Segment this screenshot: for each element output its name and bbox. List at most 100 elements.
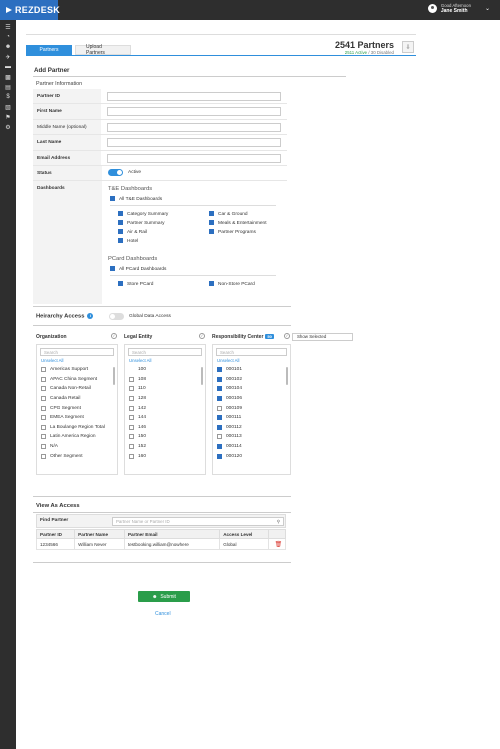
list-item[interactable]: 000106 bbox=[213, 394, 290, 404]
form-row-last-name: Last Name bbox=[33, 135, 287, 151]
list-item[interactable]: 000102 bbox=[213, 375, 290, 385]
middle-name-input[interactable] bbox=[107, 122, 281, 132]
menu-icon[interactable]: ☰ bbox=[0, 22, 16, 32]
download-button[interactable]: ⇩ bbox=[402, 41, 414, 53]
organization-search-input[interactable]: Search bbox=[40, 348, 114, 356]
divider bbox=[110, 275, 276, 276]
list-item[interactable]: 000120 bbox=[213, 451, 290, 461]
list-item[interactable]: 160 bbox=[125, 451, 205, 461]
list-item[interactable]: Americas Support bbox=[37, 365, 117, 375]
list-item[interactable]: Canada Non-Retail bbox=[37, 384, 117, 394]
list-item[interactable]: Other Segment bbox=[37, 451, 117, 461]
tab-bar: Partners Upload Partners bbox=[26, 44, 134, 56]
divider bbox=[33, 325, 291, 326]
scrollbar[interactable] bbox=[201, 367, 203, 385]
chevron-down-icon[interactable]: ⌄ bbox=[485, 5, 490, 12]
cancel-link[interactable]: Cancel bbox=[155, 611, 171, 617]
tab-partners[interactable]: Partners bbox=[26, 45, 72, 55]
dollar-icon[interactable]: $ bbox=[0, 92, 16, 102]
list-item[interactable]: 000112 bbox=[213, 423, 290, 433]
avatar bbox=[427, 4, 437, 13]
te-checkbox-car-ground[interactable]: Car & Ground bbox=[209, 211, 248, 217]
list-item[interactable]: La Boulange Region Total bbox=[37, 423, 117, 433]
list-item[interactable]: CPG Segment bbox=[37, 403, 117, 413]
list-item[interactable]: 110 bbox=[125, 384, 205, 394]
list-item[interactable]: 000109 bbox=[213, 403, 290, 413]
list-item[interactable]: 150 bbox=[125, 432, 205, 442]
all-te-checkbox[interactable]: All T&E Dashboards bbox=[110, 196, 162, 202]
partner-id-input[interactable] bbox=[107, 92, 281, 101]
list-item[interactable]: Canada Retail bbox=[37, 394, 117, 404]
te-checkbox-air-rail[interactable]: Air & Rail bbox=[118, 229, 147, 235]
te-checkbox-category-summary[interactable]: Category Summary bbox=[118, 211, 168, 217]
find-partner-input[interactable]: Partner Name or Partner ID ⚲ bbox=[112, 517, 284, 526]
list-item[interactable]: 000104 bbox=[213, 384, 290, 394]
scrollbar[interactable] bbox=[113, 367, 115, 385]
list-item[interactable]: 000101 bbox=[213, 365, 290, 375]
flag-icon[interactable]: ⚑ bbox=[0, 112, 16, 122]
submit-button[interactable]: ☻ Submit bbox=[138, 591, 190, 602]
pcard-checkbox-non-store[interactable]: Non-Store PCard bbox=[209, 281, 255, 287]
list-item[interactable]: 128 bbox=[125, 394, 205, 404]
bed-icon[interactable]: ▬ bbox=[0, 62, 16, 72]
check-circle-icon[interactable]: ✓ bbox=[199, 333, 205, 339]
list-item[interactable]: 000114 bbox=[213, 442, 290, 452]
column-header[interactable]: Partner Email bbox=[123, 529, 221, 539]
legal-entity-unselect-all[interactable]: Unselect All bbox=[125, 358, 205, 365]
responsibility-center-search-input[interactable]: Search bbox=[216, 348, 287, 356]
list-item[interactable]: APAC China Segment bbox=[37, 375, 117, 385]
organization-unselect-all[interactable]: Unselect All bbox=[37, 358, 117, 365]
list-item[interactable]: 152 bbox=[125, 442, 205, 452]
tab-upload-partners[interactable]: Upload Partners bbox=[75, 44, 131, 56]
list-item[interactable]: EMEA Segment bbox=[37, 413, 117, 423]
global-access-toggle[interactable] bbox=[109, 313, 124, 320]
list-item[interactable]: 142 bbox=[125, 403, 205, 413]
plane-icon[interactable]: ✈ bbox=[0, 52, 16, 62]
first-name-input[interactable] bbox=[107, 107, 281, 117]
email-field[interactable] bbox=[107, 153, 281, 163]
list-item[interactable]: 000111 bbox=[213, 413, 290, 423]
te-checkbox-partner-summary[interactable]: Partner Summary bbox=[118, 220, 165, 226]
file-icon[interactable]: ▤ bbox=[0, 82, 16, 92]
book-icon[interactable]: ▧ bbox=[0, 102, 16, 112]
user-icon[interactable]: ☻ bbox=[0, 42, 16, 52]
check-circle-icon[interactable]: ✓ bbox=[284, 333, 290, 339]
list-item[interactable]: N/A bbox=[37, 442, 117, 452]
list-item[interactable]: 144 bbox=[125, 413, 205, 423]
last-name-input[interactable] bbox=[107, 138, 281, 148]
car-icon[interactable]: ▩ bbox=[0, 72, 16, 82]
legal-entity-search-input[interactable]: Search bbox=[128, 348, 202, 356]
column-header[interactable]: Access Level bbox=[219, 529, 269, 539]
check-circle-icon[interactable]: ✓ bbox=[111, 333, 117, 339]
user-plus-icon: ☻ bbox=[152, 593, 158, 600]
pcard-checkbox-store[interactable]: Store PCard bbox=[118, 281, 153, 287]
list-item[interactable]: 108 bbox=[125, 375, 205, 385]
trash-icon[interactable]: 🗑 bbox=[275, 542, 283, 548]
user-menu[interactable]: Good Afternoon Jane Smith ⌄ bbox=[427, 3, 490, 14]
settings-icon[interactable]: ⚙ bbox=[0, 122, 16, 132]
dashboard-icon[interactable]: ◔ bbox=[0, 32, 16, 42]
te-checkbox-hotel[interactable]: Hotel bbox=[118, 238, 138, 244]
responsibility-center-unselect-all[interactable]: Unselect All bbox=[213, 358, 290, 365]
list-item[interactable]: 000113 bbox=[213, 432, 290, 442]
scrollbar[interactable] bbox=[286, 367, 288, 385]
status-toggle[interactable] bbox=[108, 168, 123, 176]
search-icon[interactable]: ⚲ bbox=[277, 518, 280, 525]
all-pcard-checkbox[interactable]: All PCard Dashboards bbox=[110, 266, 166, 272]
form-row-middle-name: Middle Name (optional) bbox=[33, 119, 287, 136]
column-header[interactable]: Partner ID bbox=[35, 529, 76, 539]
column-header[interactable]: Partner Name bbox=[74, 529, 125, 539]
find-partner-row: Find Partner Partner Name or Partner ID ⚲ bbox=[36, 514, 286, 528]
legal-entity-list[interactable]: Search Unselect All 100 108 110 128 142 … bbox=[124, 344, 206, 475]
show-selected-select[interactable]: Show Selected bbox=[292, 333, 353, 341]
list-item[interactable]: 146 bbox=[125, 423, 205, 433]
form-row-status: Status Active bbox=[33, 165, 287, 182]
te-checkbox-partner-programs[interactable]: Partner Programs bbox=[209, 229, 256, 235]
app-logo[interactable]: REZDESK bbox=[0, 0, 60, 20]
organization-list[interactable]: Search Unselect All Americas Support APA… bbox=[36, 344, 118, 475]
list-item[interactable]: Latin America Region bbox=[37, 432, 117, 442]
responsibility-center-list[interactable]: Search Unselect All 000101 000102 000104… bbox=[212, 344, 291, 475]
list-item[interactable]: 100 bbox=[125, 365, 205, 375]
te-checkbox-meals[interactable]: Meals & Entertainment bbox=[209, 220, 267, 226]
info-icon[interactable]: i bbox=[87, 313, 94, 319]
